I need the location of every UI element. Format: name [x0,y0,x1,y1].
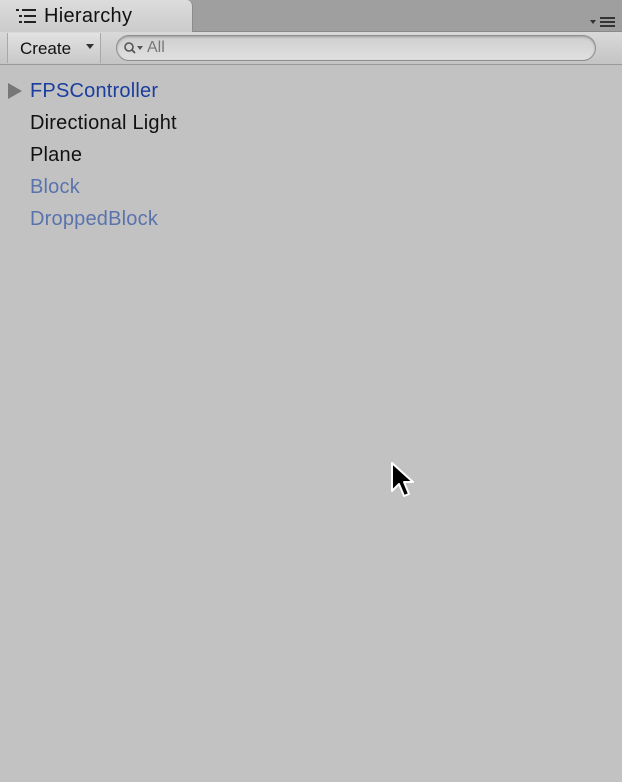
search-icon[interactable] [123,41,147,55]
item-label: DroppedBlock [30,208,159,230]
panel-menu-icon[interactable] [590,15,616,29]
hierarchy-item[interactable]: Plane [0,139,622,171]
hierarchy-item[interactable]: Directional Light [0,107,622,139]
create-button-label: Create [20,39,72,58]
hierarchy-tree: FPSController Directional Light Plane Bl… [0,75,622,235]
item-label: FPSController [30,80,159,102]
item-label: Plane [30,144,83,166]
search-field[interactable] [116,35,596,61]
tab-strip: Hierarchy [0,0,622,32]
create-button[interactable]: Create [7,33,101,63]
foldout-arrow-icon[interactable] [8,83,22,99]
item-label: Directional Light [30,112,177,134]
search-input[interactable] [147,38,577,58]
mouse-pointer-icon [391,462,414,497]
tab-title: Hierarchy [44,5,133,27]
hierarchy-item[interactable]: FPSController [0,75,622,107]
toolbar: Create [0,32,622,65]
dropdown-arrow-icon [86,44,94,49]
tab-hierarchy[interactable]: Hierarchy [0,0,193,32]
hierarchy-item[interactable]: Block [0,171,622,203]
hierarchy-item[interactable]: DroppedBlock [0,203,622,235]
hierarchy-list-icon [16,9,36,23]
item-label: Block [30,176,80,198]
hierarchy-window: Hierarchy Create FPSController [0,0,622,782]
